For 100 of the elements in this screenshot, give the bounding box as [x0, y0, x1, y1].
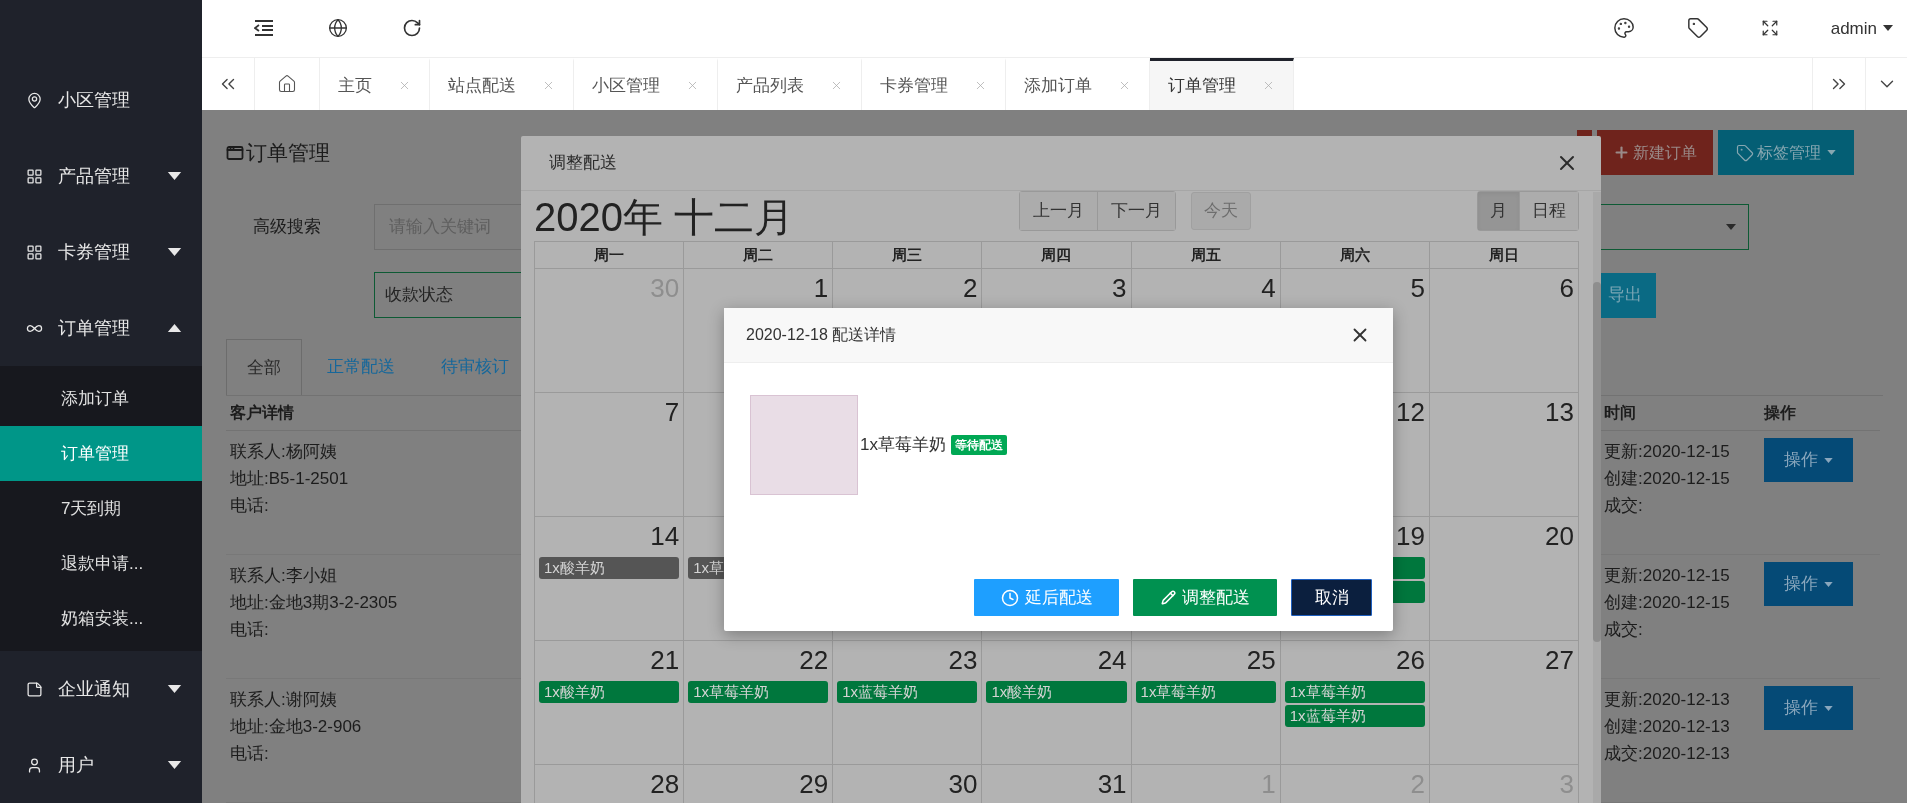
sidebar-item[interactable]: 产品管理 [0, 138, 202, 214]
day-number: 28 [650, 768, 680, 801]
action-dropdown-button[interactable]: 操作 [1764, 686, 1853, 730]
delivery-event[interactable]: 1x酸羊奶 [539, 557, 680, 579]
submenu-item[interactable]: 添加订单 [0, 371, 202, 426]
day-number: 4 [1261, 272, 1276, 305]
caret-icon [1827, 150, 1836, 155]
calendar-day-cell[interactable]: 7 [535, 393, 685, 517]
day-number: 1 [813, 272, 829, 305]
palette-icon[interactable] [1612, 17, 1635, 40]
submenu-item[interactable]: 奶箱安装... [0, 591, 202, 646]
day-number: 6 [1559, 272, 1574, 305]
dialog-button[interactable]: 取消 [1291, 579, 1372, 616]
month-nav-button[interactable]: 上一月 [1020, 192, 1097, 230]
action-dropdown-button[interactable]: 操作 [1764, 562, 1853, 606]
dialog-button[interactable]: 调整配送 [1133, 579, 1277, 616]
weekday-header: 周二 [684, 242, 834, 269]
caret-icon [1883, 25, 1893, 32]
delivery-event[interactable]: 1x酸羊奶 [539, 681, 680, 703]
day-number: 25 [1246, 644, 1276, 677]
day-number: 2 [962, 272, 978, 305]
delivery-event[interactable]: 1x草莓羊奶 [688, 681, 829, 703]
fullscreen-icon[interactable] [1760, 19, 1779, 38]
weekday-header: 周日 [1429, 242, 1579, 269]
page-title: 订单管理 [246, 139, 330, 166]
page-tab[interactable]: 订单管理 [1150, 57, 1294, 110]
calendar-day-cell[interactable]: 21 1x酸羊奶 [535, 641, 685, 765]
submenu-item[interactable]: 7天到期 [0, 481, 202, 536]
user-menu[interactable]: admin [1830, 15, 1893, 42]
sidebar-item[interactable]: 用户 [0, 727, 202, 803]
caret-icon [1824, 581, 1833, 587]
sidebar-item[interactable]: 小区管理 [0, 62, 202, 138]
calendar-day-cell[interactable]: 13 [1429, 393, 1579, 517]
menu-icon [26, 91, 43, 109]
day-number: 29 [799, 768, 829, 801]
delivery-event[interactable]: 1x蓝莓羊奶 [837, 681, 978, 703]
day-number: 31 [1097, 768, 1127, 801]
calendar-day-cell[interactable]: 27 [1429, 641, 1579, 765]
weekday-header: 周五 [1131, 242, 1281, 269]
status-badge: 等待配送 [950, 435, 1007, 455]
customer-detail: 电话: [230, 619, 269, 641]
month-nav-button[interactable]: 下一月 [1097, 192, 1175, 230]
sidebar-item[interactable]: 订单管理 [0, 290, 202, 366]
tab-label: 站点配送 [448, 74, 516, 97]
time-detail: 创建:2020-12-15 [1604, 468, 1730, 490]
scrollbar-thumb[interactable] [1593, 282, 1601, 642]
day-number: 21 [650, 644, 680, 677]
column-header: 客户详情 [230, 404, 294, 421]
calendar-day-cell[interactable]: 28 [535, 765, 685, 803]
calendar-day-cell[interactable]: 29 [684, 765, 834, 803]
calendar-day-cell[interactable]: 26 1x草莓羊奶 1x蓝莓羊奶 [1280, 641, 1430, 765]
action-dropdown-button[interactable]: 操作 [1764, 438, 1853, 482]
tab-label: 添加订单 [1024, 74, 1092, 97]
view-button[interactable]: 日程 [1519, 192, 1578, 230]
calendar-day-cell[interactable]: 6 [1429, 269, 1579, 393]
plus-icon [1613, 144, 1630, 161]
time-detail: 创建:2020-12-13 [1604, 716, 1730, 738]
time-detail: 成交: [1604, 619, 1643, 641]
caret-icon [1824, 705, 1833, 711]
tab-label: 产品列表 [736, 74, 804, 97]
menu-icon [26, 680, 43, 698]
calendar-day-cell[interactable]: 20 [1429, 517, 1579, 641]
day-number: 14 [650, 520, 680, 553]
calendar-day-cell[interactable]: 14 1x酸羊奶 [535, 517, 685, 641]
globe-icon[interactable] [328, 18, 348, 39]
calendar-day-cell[interactable]: 22 1x草莓羊奶 [684, 641, 834, 765]
search-label: 高级搜索 [253, 216, 322, 239]
submenu-item[interactable]: 订单管理 [0, 426, 202, 481]
day-number: 3 [1112, 272, 1127, 305]
pencil-icon [1160, 590, 1176, 605]
caret-icon [1726, 224, 1736, 230]
delivery-event[interactable]: 1x蓝莓羊奶 [1284, 705, 1425, 727]
customer-detail: 电话: [230, 495, 269, 517]
day-number: 26 [1395, 644, 1425, 677]
customer-detail: 联系人:谢阿姨 [230, 689, 337, 711]
day-number: 5 [1410, 272, 1425, 305]
calendar-day-cell[interactable]: 23 1x蓝莓羊奶 [833, 641, 983, 765]
home-icon [277, 73, 297, 94]
delivery-event[interactable]: 1x酸羊奶 [986, 681, 1127, 703]
refresh-icon[interactable] [402, 18, 422, 39]
submenu-item[interactable]: 退款申请... [0, 536, 202, 591]
calendar-day-cell[interactable]: 25 1x草莓羊奶 [1131, 641, 1281, 765]
customer-detail: 地址:金地3-2-906 [230, 716, 362, 738]
delivery-event[interactable]: 1x草莓羊奶 [1284, 681, 1425, 703]
view-button[interactable]: 月 [1478, 192, 1519, 230]
calendar-day-cell[interactable]: 30 [833, 765, 983, 803]
delivery-event[interactable]: 1x草莓羊奶 [1135, 681, 1276, 703]
time-detail: 成交: [1604, 495, 1643, 517]
tab-label: 订单管理 [1168, 74, 1236, 97]
filter-tab[interactable]: 全部 [226, 339, 302, 395]
day-number: 27 [1545, 644, 1574, 677]
sidebar-item[interactable]: 企业通知 [0, 651, 202, 727]
day-number: 22 [799, 644, 829, 677]
tag-icon[interactable] [1686, 17, 1709, 40]
calendar-day-cell[interactable]: 24 1x酸羊奶 [982, 641, 1132, 765]
time-detail: 成交:2020-12-13 [1604, 743, 1730, 765]
sidebar-item[interactable]: 卡券管理 [0, 214, 202, 290]
day-number: 30 [948, 768, 978, 801]
calendar-day-cell[interactable]: 31 [982, 765, 1132, 803]
menu-fold-icon[interactable] [254, 20, 274, 37]
